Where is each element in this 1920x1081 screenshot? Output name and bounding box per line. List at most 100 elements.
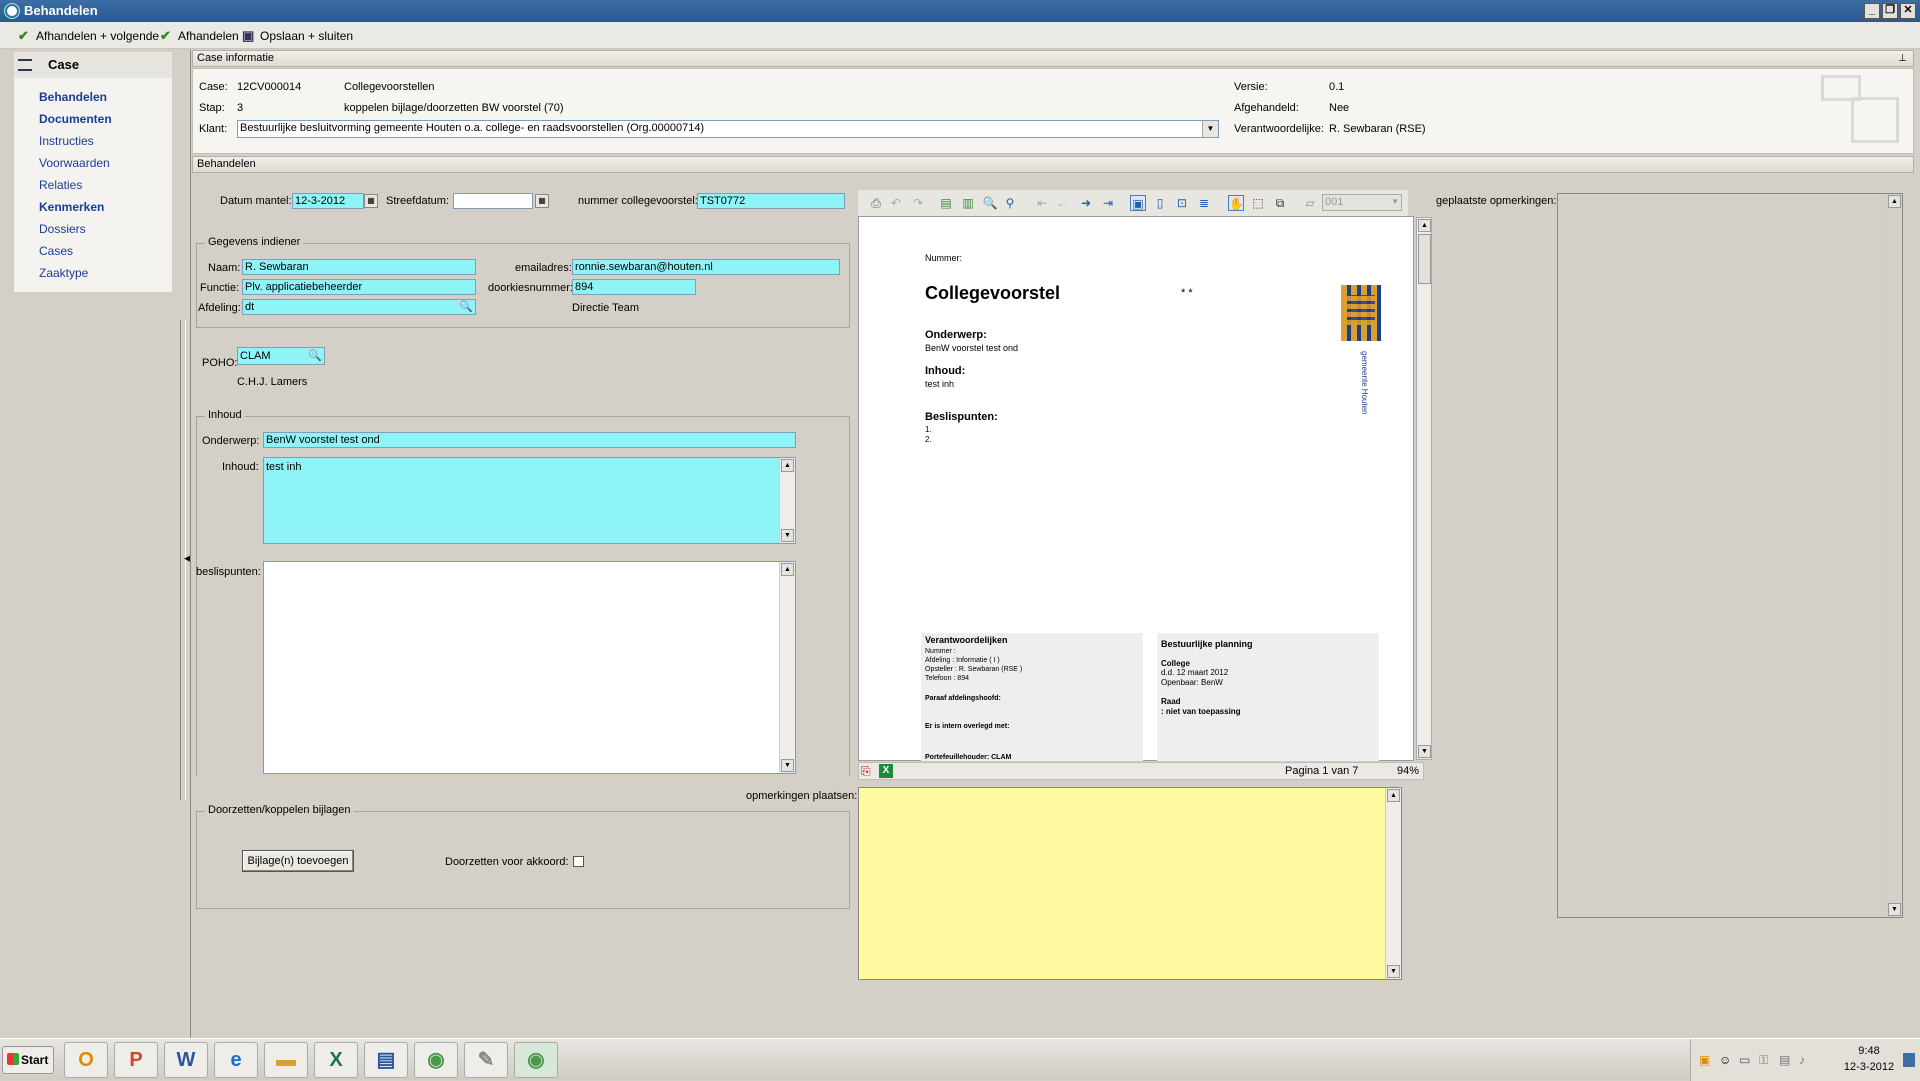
opslaan-sluiten-label: Opslaan + sluiten <box>260 29 354 43</box>
minimize-button[interactable]: _ <box>1864 3 1880 19</box>
hand-tool-icon[interactable]: ✋ <box>1228 195 1244 211</box>
outlook-taskbar-icon[interactable]: O <box>64 1042 108 1078</box>
pdf-icon[interactable]: ⎘ <box>861 764 875 778</box>
chevron-down-icon[interactable]: ▼ <box>1202 121 1218 137</box>
inhoud-scrollbar[interactable]: ▲ ▼ <box>779 458 795 543</box>
restore-button[interactable]: ❐ <box>1882 3 1898 19</box>
explorer-taskbar-icon[interactable]: ▬ <box>264 1042 308 1078</box>
geplaatste-scrollbar[interactable]: ▲ ▼ <box>1886 194 1902 917</box>
app-tray-icon[interactable]: ☺ <box>1719 1053 1731 1067</box>
continuous-view-icon[interactable]: ≣ <box>1196 195 1212 211</box>
nav-item-behandelen[interactable]: Behandelen <box>39 90 107 104</box>
print-icon[interactable]: ⎙ <box>868 195 884 211</box>
next-page-icon[interactable]: ➜ <box>1078 195 1094 211</box>
nav-item-documenten[interactable]: Documenten <box>39 112 112 126</box>
powerpoint-taskbar-icon[interactable]: P <box>114 1042 158 1078</box>
security-tray-icon[interactable]: ⚿ <box>1759 1053 1768 1068</box>
doorzetten-akkoord-checkbox[interactable] <box>573 856 584 867</box>
word-taskbar-icon[interactable]: W <box>164 1042 208 1078</box>
scroll-down-icon[interactable]: ▼ <box>1418 745 1431 758</box>
calendar-icon[interactable]: ▦ <box>364 194 378 208</box>
page-extract-icon[interactable]: ▥ <box>960 195 976 211</box>
functie-input[interactable]: Plv. applicatiebeheerder <box>242 279 476 295</box>
show-desktop-button[interactable] <box>1903 1053 1915 1067</box>
nav-item-dossiers[interactable]: Dossiers <box>39 222 86 236</box>
search-icon[interactable]: 🔍 <box>459 300 473 314</box>
nummer-collegevoorstel-input[interactable]: TST0772 <box>697 193 845 209</box>
nav-item-cases[interactable]: Cases <box>39 244 73 258</box>
klant-select[interactable]: Bestuurlijke besluitvorming gemeente Hou… <box>237 120 1219 138</box>
fit-width-icon[interactable]: ▯ <box>1152 195 1168 211</box>
active-app-taskbar-icon[interactable]: ◉ <box>514 1042 558 1078</box>
case-info-header: Case informatie ⊥ <box>192 50 1914 67</box>
nav-item-zaaktype[interactable]: Zaaktype <box>39 266 88 280</box>
scroll-down-icon[interactable]: ▼ <box>1387 965 1400 978</box>
datum-mantel-input[interactable]: 12-3-2012 <box>292 193 364 209</box>
scroll-up-icon[interactable]: ▲ <box>1888 195 1901 208</box>
poho-input[interactable]: CLAM 🔍 <box>237 347 325 365</box>
doorkiesnummer-input[interactable]: 894 <box>572 279 696 295</box>
select-area-icon[interactable]: ⬚ <box>1250 195 1266 211</box>
fit-page-icon[interactable]: ▣ <box>1130 195 1146 211</box>
nav-item-voorwaarden[interactable]: Voorwaarden <box>39 156 110 170</box>
first-page-icon[interactable]: ⇤ <box>1034 195 1050 211</box>
actual-size-icon[interactable]: ⊡ <box>1174 195 1190 211</box>
volume-icon[interactable]: ♪ <box>1799 1053 1805 1067</box>
clock-time[interactable]: 9:48 <box>1841 1045 1897 1057</box>
calendar-icon[interactable]: ▦ <box>535 194 549 208</box>
outlook-tray-icon[interactable]: ▣ <box>1699 1053 1710 1067</box>
opmerkingen-plaatsen-textarea[interactable]: ▲ ▼ <box>858 787 1402 980</box>
scroll-up-icon[interactable]: ▲ <box>781 563 794 576</box>
clock-date[interactable]: 12-3-2012 <box>1841 1061 1897 1073</box>
scroll-up-icon[interactable]: ▲ <box>781 459 794 472</box>
streefdatum-input[interactable] <box>453 193 533 209</box>
last-page-icon[interactable]: ⇥ <box>1100 195 1116 211</box>
scroll-down-icon[interactable]: ▼ <box>1888 903 1901 916</box>
document-scrollbar[interactable]: ▲ ▼ <box>1416 217 1432 760</box>
paint-taskbar-icon[interactable]: ✎ <box>464 1042 508 1078</box>
search-icon[interactable]: 🔍 <box>308 348 322 364</box>
scroll-up-icon[interactable]: ▲ <box>1418 219 1431 232</box>
redo-icon[interactable]: ↷ <box>910 195 926 211</box>
zoom-in-icon[interactable]: 🔍 <box>982 195 998 211</box>
previous-page-icon[interactable]: ← <box>1054 195 1070 211</box>
emailadres-input[interactable]: ronnie.sewbaran@houten.nl <box>572 259 840 275</box>
document-page: Nummer: Collegevoorstel * * Onderwerp: B… <box>858 216 1432 761</box>
beslispunten-scrollbar[interactable]: ▲ ▼ <box>779 562 795 773</box>
scroll-thumb[interactable] <box>1418 234 1431 284</box>
nav-item-relaties[interactable]: Relaties <box>39 178 82 192</box>
opmerkingen-scrollbar[interactable]: ▲ ▼ <box>1385 788 1401 979</box>
excel-export-icon[interactable]: X <box>879 764 893 778</box>
excel-taskbar-icon[interactable]: X <box>314 1042 358 1078</box>
page-select[interactable]: 001 ▼ <box>1322 194 1402 211</box>
opslaan-sluiten-button[interactable]: ▣ Opslaan + sluiten <box>240 27 353 45</box>
stamp-icon[interactable]: ▱ <box>1302 195 1318 211</box>
undo-icon[interactable]: ↶ <box>888 195 904 211</box>
naam-input[interactable]: R. Sewbaran <box>242 259 476 275</box>
onderwerp-input[interactable]: BenW voorstel test ond <box>263 432 796 448</box>
network-tray-icon[interactable]: ▭ <box>1739 1053 1750 1067</box>
geplaatste-opmerkingen-panel[interactable]: ▲ ▼ <box>1557 193 1903 918</box>
close-button[interactable]: ✕ <box>1900 3 1916 19</box>
display-tray-icon[interactable]: ▤ <box>1779 1053 1790 1067</box>
beslispunten-textarea[interactable]: ▲ ▼ <box>263 561 796 774</box>
bijlage-toevoegen-button[interactable]: Bijlage(n) toevoegen <box>242 850 354 872</box>
snapshot-icon[interactable]: ⧉ <box>1272 195 1288 211</box>
zoom-out-icon[interactable]: ⚲ <box>1002 195 1018 211</box>
app-globe-taskbar-icon[interactable]: ◉ <box>414 1042 458 1078</box>
internet-explorer-taskbar-icon[interactable]: e <box>214 1042 258 1078</box>
nav-item-kenmerken[interactable]: Kenmerken <box>39 200 104 214</box>
pin-icon[interactable]: ⊥ <box>1898 51 1907 66</box>
scroll-up-icon[interactable]: ▲ <box>1387 789 1400 802</box>
page-insert-icon[interactable]: ▤ <box>938 195 954 211</box>
scroll-down-icon[interactable]: ▼ <box>781 759 794 772</box>
chevron-down-icon[interactable]: ▼ <box>1391 195 1399 209</box>
program-taskbar-icon[interactable]: ▤ <box>364 1042 408 1078</box>
start-button[interactable]: Start <box>2 1046 54 1074</box>
nav-item-instructies[interactable]: Instructies <box>39 134 94 148</box>
afhandelen-volgende-button[interactable]: ✔ Afhandelen + volgende <box>16 27 159 45</box>
afhandelen-button[interactable]: ✔ Afhandelen <box>158 27 239 45</box>
afdeling-input[interactable]: dt 🔍 <box>242 299 476 315</box>
scroll-down-icon[interactable]: ▼ <box>781 529 794 542</box>
inhoud-textarea[interactable]: test inh ▲ ▼ <box>263 457 796 544</box>
